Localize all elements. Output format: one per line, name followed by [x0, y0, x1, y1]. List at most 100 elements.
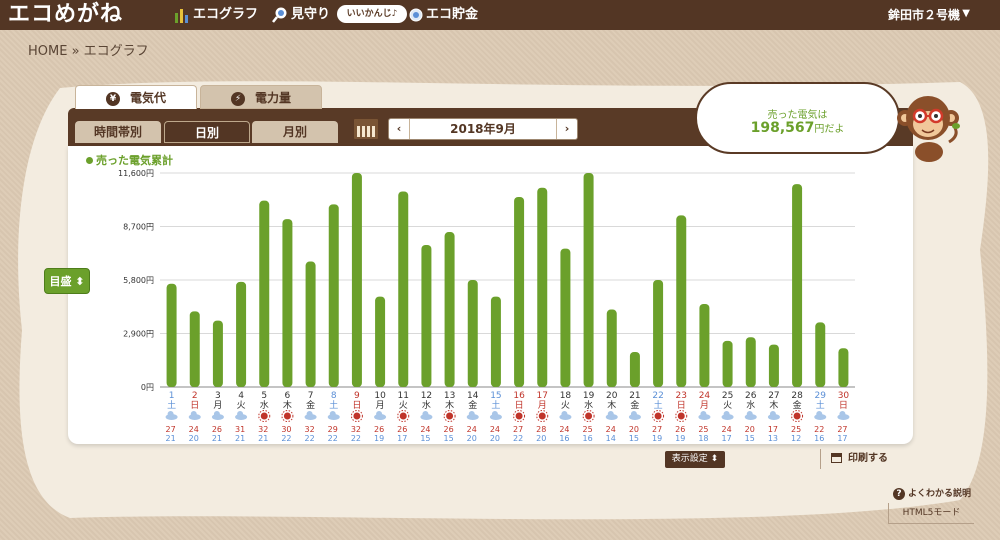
- temp-high-label: 26: [675, 425, 685, 434]
- day-label: 14: [467, 391, 479, 401]
- y-tick-label: 5,800円: [123, 276, 154, 285]
- weekday-label: 火: [237, 400, 246, 411]
- weather-cloud-top: [630, 411, 637, 417]
- bar: [537, 187, 548, 387]
- weekday-label: 金: [468, 399, 477, 411]
- day-label: 28: [791, 391, 803, 401]
- weather-sun-icon: [515, 412, 523, 420]
- weekday-label: 水: [584, 399, 593, 411]
- day-label: 5: [261, 391, 267, 401]
- temp-high-label: 27: [513, 425, 523, 434]
- bar: [583, 173, 594, 387]
- y-tick-label: 11,600円: [118, 169, 154, 178]
- weather-cloud-top: [700, 411, 707, 417]
- html5-mode-link[interactable]: HTML5モード: [888, 503, 974, 524]
- temp-low-label: 16: [582, 434, 592, 443]
- temp-low-label: 17: [721, 434, 731, 443]
- help-link[interactable]: ? よくわかる説明: [893, 486, 971, 500]
- bar: [653, 280, 664, 387]
- weather-cloud-top: [561, 411, 568, 417]
- weekday-label: 月: [376, 400, 385, 411]
- display-settings-select[interactable]: 表示設定 ⬍: [665, 451, 725, 468]
- bar: [838, 348, 849, 387]
- bar: [236, 281, 247, 387]
- temp-high-label: 27: [652, 425, 662, 434]
- weekday-label: 日: [839, 400, 848, 411]
- day-label: 22: [652, 391, 663, 401]
- temp-high-label: 32: [258, 425, 268, 434]
- weekday-label: 水: [260, 399, 269, 411]
- weekday-label: 土: [654, 399, 663, 411]
- temp-low-label: 13: [768, 434, 778, 443]
- weekday-label: 水: [422, 399, 431, 411]
- temp-high-label: 31: [235, 425, 245, 434]
- weather-cloud-top: [190, 411, 197, 417]
- weekday-label: 金: [630, 399, 639, 411]
- temp-low-label: 15: [745, 434, 755, 443]
- bar: [722, 340, 733, 387]
- sold-electricity-bubble: 売った電気は 198,567円だよ: [695, 82, 900, 154]
- day-label: 7: [308, 391, 314, 401]
- temp-low-label: 14: [606, 434, 616, 443]
- print-button[interactable]: 印刷する: [820, 449, 910, 469]
- temp-low-label: 21: [235, 434, 245, 443]
- weather-cloud-top: [816, 411, 823, 417]
- temp-low-label: 20: [490, 434, 500, 443]
- temp-low-label: 12: [791, 434, 801, 443]
- weekday-label: 土: [329, 399, 338, 411]
- question-icon: ?: [893, 488, 905, 500]
- bar: [421, 244, 432, 387]
- bar: [768, 344, 779, 387]
- weather-cloud-top: [167, 411, 174, 417]
- bar: [467, 280, 478, 387]
- weather-cloud-top: [839, 411, 846, 417]
- temp-high-label: 32: [304, 425, 314, 434]
- temp-low-label: 22: [328, 434, 338, 443]
- temp-high-label: 24: [189, 425, 199, 434]
- temp-high-label: 25: [582, 425, 592, 434]
- weather-sun-icon: [538, 412, 546, 420]
- temp-low-label: 15: [420, 434, 430, 443]
- day-label: 24: [699, 391, 711, 401]
- temp-high-label: 20: [629, 425, 639, 434]
- bar: [259, 200, 270, 387]
- weekday-label: 日: [190, 400, 199, 411]
- temp-low-label: 16: [559, 434, 569, 443]
- temp-low-label: 22: [281, 434, 291, 443]
- temp-high-label: 26: [397, 425, 407, 434]
- weather-cloud-top: [422, 411, 429, 417]
- weekday-label: 水: [746, 399, 755, 411]
- bar: [676, 215, 687, 387]
- weather-sun-icon: [585, 412, 593, 420]
- weather-sun-icon: [793, 412, 801, 420]
- temp-low-label: 17: [837, 434, 847, 443]
- weather-cloud-top: [769, 411, 776, 417]
- day-label: 25: [722, 391, 733, 401]
- bar: [444, 232, 455, 387]
- weather-cloud-top: [237, 411, 244, 417]
- temp-high-label: 32: [351, 425, 361, 434]
- day-label: 13: [444, 391, 455, 401]
- bar: [212, 320, 223, 387]
- weekday-label: 日: [515, 400, 524, 411]
- printer-icon: [831, 453, 842, 463]
- weather-sun-icon: [399, 412, 407, 420]
- sold-value: 198,567円だよ: [750, 120, 845, 136]
- bar: [490, 296, 501, 387]
- bar: [792, 184, 803, 387]
- temp-low-label: 17: [397, 434, 407, 443]
- day-label: 26: [745, 391, 757, 401]
- day-label: 21: [629, 391, 640, 401]
- day-label: 8: [331, 391, 337, 401]
- day-label: 16: [513, 391, 525, 401]
- temp-high-label: 24: [467, 425, 477, 434]
- bar: [282, 219, 293, 387]
- y-tick-label: 0円: [141, 383, 154, 392]
- day-label: 17: [537, 391, 548, 401]
- weather-sun-icon: [260, 412, 268, 420]
- bar: [398, 191, 409, 387]
- weekday-label: 月: [213, 400, 222, 411]
- day-label: 11: [398, 391, 409, 401]
- weekday-label: 木: [607, 399, 616, 411]
- bar: [166, 283, 177, 387]
